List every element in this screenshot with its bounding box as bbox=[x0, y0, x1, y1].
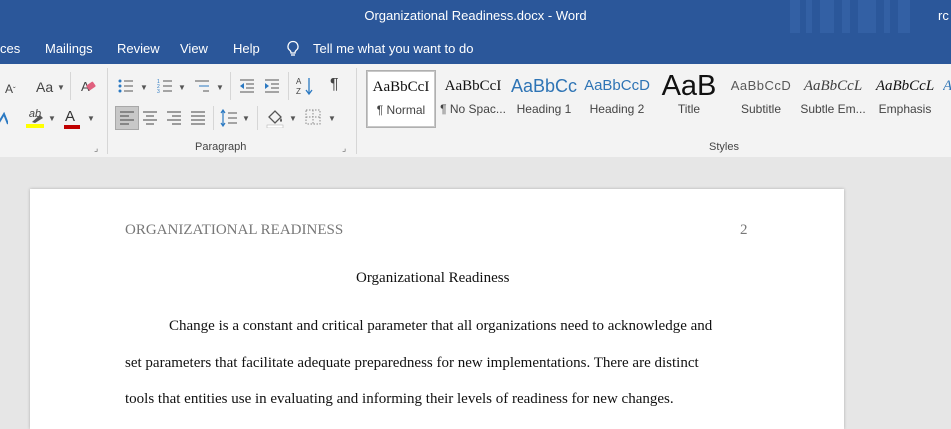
bullets-icon[interactable] bbox=[118, 78, 134, 94]
group-separator bbox=[356, 68, 357, 154]
style-subtitle[interactable]: AaBbCcD Subtitle bbox=[728, 70, 794, 126]
text-effects-icon[interactable] bbox=[0, 112, 8, 126]
svg-text:3: 3 bbox=[157, 89, 160, 94]
align-right-icon[interactable] bbox=[166, 110, 182, 126]
chevron-down-icon[interactable]: ▼ bbox=[178, 83, 186, 93]
style-subtle-emphasis[interactable]: AaBbCcL Subtle Em... bbox=[799, 70, 867, 126]
justify-icon[interactable] bbox=[190, 110, 206, 126]
ribbon-tabs: ces Mailings Review View Help Tell me wh… bbox=[0, 33, 951, 64]
group-separator bbox=[107, 68, 108, 154]
divider bbox=[70, 72, 71, 100]
body-line-1[interactable]: Change is a constant and critical parame… bbox=[169, 318, 712, 335]
divider bbox=[288, 72, 289, 100]
style-no-spacing[interactable]: AaBbCcI ¶ No Spac... bbox=[439, 70, 507, 126]
chevron-down-icon[interactable]: ▼ bbox=[87, 114, 95, 124]
document-title[interactable]: Organizational Readiness bbox=[356, 270, 509, 287]
ribbon: Aˇ Aa ▼ A ab ▼ A ▼ ⌟ ▼ 1 2 3 ▼ ▼ A Z ¶ ▼… bbox=[0, 64, 951, 158]
style-emphasis[interactable]: AaBbCcL Emphasis bbox=[872, 70, 938, 126]
align-center-icon[interactable] bbox=[142, 110, 158, 126]
highlight-color-swatch bbox=[26, 124, 44, 128]
svg-text:Z: Z bbox=[296, 87, 301, 96]
marker-icon bbox=[32, 115, 43, 123]
chevron-down-icon[interactable]: ▼ bbox=[289, 114, 297, 124]
divider bbox=[257, 106, 258, 130]
decrease-indent-icon[interactable] bbox=[239, 78, 255, 94]
chevron-down-icon[interactable]: ▼ bbox=[242, 114, 250, 124]
paragraph-group-label: Paragraph bbox=[195, 141, 247, 153]
line-spacing-icon[interactable] bbox=[220, 109, 238, 127]
font-color-swatch bbox=[64, 125, 80, 129]
account-name[interactable]: rc bbox=[938, 8, 949, 23]
show-formatting-marks-icon[interactable]: ¶ bbox=[330, 77, 339, 93]
chevron-down-icon[interactable]: ▼ bbox=[57, 83, 65, 93]
chevron-down-icon[interactable]: ▼ bbox=[216, 83, 224, 93]
tab-mailings[interactable]: Mailings bbox=[45, 41, 93, 56]
tab-view[interactable]: View bbox=[180, 41, 208, 56]
style-title[interactable]: AaB Title bbox=[655, 70, 723, 126]
chevron-down-icon[interactable]: ▼ bbox=[328, 114, 336, 124]
shrink-font-icon[interactable]: Aˇ bbox=[5, 81, 16, 99]
style-heading-1[interactable]: AaBbCc Heading 1 bbox=[511, 70, 577, 126]
body-line-3[interactable]: tools that entities use in evaluating an… bbox=[125, 391, 674, 408]
align-left-icon bbox=[120, 111, 134, 125]
title-bar: Organizational Readiness.docx - Word bbox=[0, 0, 951, 33]
shading-icon[interactable] bbox=[266, 108, 284, 128]
change-case-button[interactable]: Aa bbox=[36, 79, 53, 95]
clear-formatting-icon[interactable]: A bbox=[80, 78, 96, 94]
paragraph-dialog-launcher-icon[interactable]: ⌟ bbox=[342, 143, 346, 154]
body-line-2[interactable]: set parameters that facilitate adequate … bbox=[125, 355, 699, 372]
font-color-icon[interactable]: A bbox=[65, 108, 75, 125]
font-dialog-launcher-icon[interactable]: ⌟ bbox=[94, 143, 98, 154]
style-intense-emphasis[interactable]: A bbox=[943, 70, 951, 126]
numbering-icon[interactable]: 1 2 3 bbox=[157, 78, 173, 94]
styles-group-label: Styles bbox=[709, 141, 739, 153]
align-left-button[interactable] bbox=[115, 106, 139, 130]
svg-text:A: A bbox=[296, 77, 302, 86]
tell-me-search[interactable]: Tell me what you want to do bbox=[313, 41, 473, 56]
sort-icon[interactable]: A Z bbox=[296, 76, 314, 96]
lightbulb-icon bbox=[287, 40, 299, 56]
tab-help[interactable]: Help bbox=[233, 41, 260, 56]
style-heading-2[interactable]: AaBbCcD Heading 2 bbox=[584, 70, 650, 126]
page-number: 2 bbox=[740, 222, 748, 238]
tab-references[interactable]: ces bbox=[0, 41, 20, 56]
style-normal[interactable]: AaBbCcI ¶ Normal bbox=[366, 70, 436, 128]
divider bbox=[230, 72, 231, 100]
window-title: Organizational Readiness.docx - Word bbox=[364, 8, 587, 23]
chevron-down-icon[interactable]: ▼ bbox=[140, 83, 148, 93]
increase-indent-icon[interactable] bbox=[264, 78, 280, 94]
chevron-down-icon[interactable]: ▼ bbox=[48, 114, 56, 124]
multilevel-list-icon[interactable] bbox=[194, 78, 210, 94]
borders-icon[interactable] bbox=[305, 109, 321, 125]
running-header[interactable]: ORGANIZATIONAL READINESS bbox=[125, 222, 343, 239]
divider bbox=[213, 106, 214, 130]
tab-review[interactable]: Review bbox=[117, 41, 160, 56]
